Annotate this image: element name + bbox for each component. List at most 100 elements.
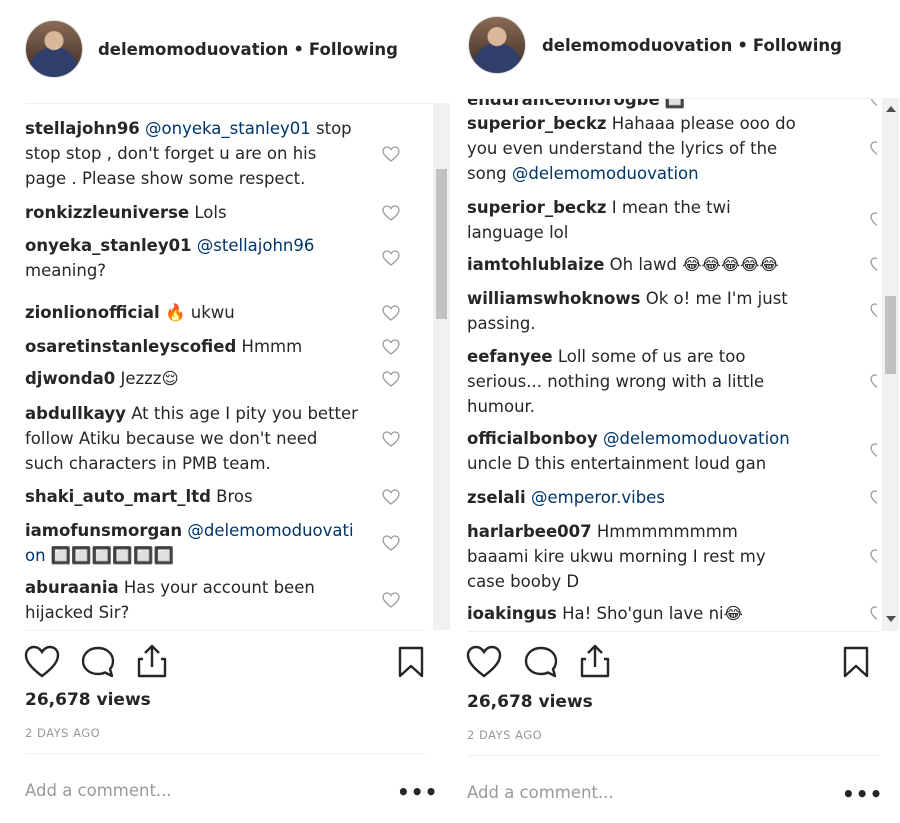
scrollbar-thumb[interactable]	[436, 169, 447, 319]
comment-username[interactable]: williamswhoknows	[467, 289, 640, 308]
comment-item: aburaania Has your account been hijacked …	[25, 575, 315, 625]
comment-list[interactable]: enduranceomorogbe 🔲 superior_beckz Hahaaa…	[467, 98, 877, 631]
follow-button[interactable]: Following	[309, 40, 398, 59]
comment-text: such characters in PMB team.	[25, 454, 271, 473]
comment-username[interactable]: ronkizzleuniverse	[25, 203, 189, 222]
comment-username[interactable]: abdullkayy	[25, 404, 126, 423]
add-comment-input[interactable]: Add a comment...	[467, 783, 614, 802]
comment-line: meaning?	[25, 258, 314, 283]
avatar[interactable]	[468, 16, 526, 74]
comment-line: on 🔲🔲🔲🔲🔲🔲	[25, 543, 354, 568]
avatar[interactable]	[25, 20, 83, 78]
comment-icon[interactable]	[80, 645, 116, 679]
comment-username[interactable]: aburaania	[25, 578, 119, 597]
comment-line: stellajohn96 @onyeka_stanley01 stop	[25, 116, 352, 141]
small-heart-icon[interactable]	[870, 548, 877, 565]
small-heart-icon[interactable]	[382, 304, 400, 321]
small-heart-icon[interactable]	[382, 592, 400, 608]
comment-icon[interactable]	[523, 645, 559, 679]
comment-scrollbar-right[interactable]	[882, 98, 899, 631]
comment-line: humour.	[467, 394, 764, 419]
author-username[interactable]: delemomoduovation	[98, 40, 288, 59]
comment-text: follow Atiku because we don't need	[25, 429, 318, 448]
heart-icon[interactable]	[24, 645, 60, 679]
comment-text: Ok o! me I'm just	[645, 289, 788, 308]
comment-item: enduranceomorogbe 🔲	[467, 99, 685, 112]
comment-username[interactable]: onyeka_stanley01	[25, 236, 192, 255]
post-panel-left: delemomoduovation • Following stellajohn96…	[0, 0, 450, 823]
comment-text: Lols	[194, 203, 227, 222]
small-heart-icon[interactable]	[870, 303, 877, 319]
scrollbar-thumb[interactable]	[885, 296, 896, 374]
comment-username[interactable]: enduranceomorogbe	[467, 99, 660, 109]
comment-username[interactable]: djwonda0	[25, 369, 115, 388]
mention-link[interactable]: @stellajohn96	[197, 236, 315, 255]
more-icon[interactable]: •••	[842, 782, 883, 806]
comment-item: harlarbee007 Hmmmmmmmm baaami kire ukwu m…	[467, 519, 766, 594]
comment-username[interactable]: harlarbee007	[467, 522, 592, 541]
small-heart-icon[interactable]	[382, 204, 400, 221]
small-heart-icon[interactable]	[870, 605, 877, 622]
comment-line: you even understand the lyrics of the	[467, 136, 796, 161]
comment-username[interactable]: iamtohlublaize	[467, 255, 604, 274]
mention-link[interactable]: @emperor.vibes	[531, 488, 665, 507]
small-heart-icon[interactable]	[382, 430, 400, 447]
mention-link[interactable]: @delemomoduovation	[512, 164, 699, 183]
comment-line: osaretinstanleyscofied Hmmm	[25, 334, 302, 359]
author-username[interactable]: delemomoduovation	[542, 36, 732, 55]
comment-line: stop stop , don't forget u are on his	[25, 141, 352, 166]
comment-username[interactable]: zionlionofficial	[25, 303, 160, 322]
bookmark-icon[interactable]	[842, 645, 870, 679]
small-heart-icon[interactable]	[382, 535, 400, 551]
mention-link[interactable]: @delemomoduovati	[187, 521, 353, 540]
share-icon[interactable]	[579, 643, 611, 679]
comment-username[interactable]: superior_beckz	[467, 114, 606, 133]
comment-username[interactable]: iamofunsmorgan	[25, 521, 182, 540]
comment-line: aburaania Has your account been	[25, 575, 315, 600]
bookmark-icon[interactable]	[397, 645, 425, 679]
scroll-down-arrow[interactable]	[886, 616, 896, 622]
comment-text: case booby D	[467, 572, 580, 591]
small-heart-icon[interactable]	[382, 370, 400, 387]
view-count[interactable]: 26,678 views	[467, 692, 593, 712]
comment-username[interactable]: officialbonboy	[467, 429, 598, 448]
comment-username[interactable]: superior_beckz	[467, 198, 606, 217]
small-heart-icon[interactable]	[870, 443, 877, 459]
comment-scrollbar-left[interactable]	[433, 103, 450, 630]
comment-text: meaning?	[25, 261, 107, 280]
small-heart-icon[interactable]	[382, 488, 400, 505]
comment-username[interactable]: shaki_auto_mart_ltd	[25, 487, 211, 506]
mention-link[interactable]: @onyeka_stanley01	[145, 119, 311, 138]
mention-link[interactable]: on 🔲🔲🔲🔲🔲🔲	[25, 546, 174, 565]
view-count[interactable]: 26,678 views	[25, 690, 151, 710]
small-heart-icon[interactable]	[870, 98, 877, 108]
heart-icon[interactable]	[466, 645, 502, 679]
comment-username[interactable]: zselali	[467, 488, 526, 507]
comment-text: stop stop , don't forget u are on his	[25, 144, 317, 163]
share-icon[interactable]	[136, 643, 168, 679]
scroll-up-arrow[interactable]	[886, 106, 896, 112]
comment-username[interactable]: osaretinstanleyscofied	[25, 337, 236, 356]
add-comment-input[interactable]: Add a comment...	[25, 781, 172, 800]
comment-username[interactable]: stellajohn96	[25, 119, 140, 138]
small-heart-icon[interactable]	[870, 373, 877, 390]
small-heart-icon[interactable]	[870, 140, 877, 157]
small-heart-icon[interactable]	[382, 145, 400, 162]
small-heart-icon[interactable]	[870, 212, 877, 228]
comment-username[interactable]: ioakingus	[467, 604, 557, 623]
comment-list[interactable]: stellajohn96 @onyeka_stanley01 stop stop …	[25, 103, 450, 631]
comment-text: Hmmm	[241, 337, 303, 356]
small-heart-icon[interactable]	[382, 250, 400, 266]
comment-item: superior_beckz I mean the twi language lo…	[467, 195, 731, 245]
comment-username[interactable]: eefanyee	[467, 347, 553, 366]
mention-link[interactable]: @delemomoduovation	[603, 429, 790, 448]
follow-button[interactable]: Following	[753, 36, 842, 55]
comment-item: onyeka_stanley01 @stellajohn96 meaning?	[25, 233, 314, 283]
small-heart-icon[interactable]	[382, 338, 400, 355]
small-heart-icon[interactable]	[870, 489, 877, 506]
comment-text: Hmmmmmmmm	[596, 522, 738, 541]
comment-item: djwonda0 Jezzz😌	[25, 366, 179, 391]
comment-line: uncle D this entertainment loud gan	[467, 451, 790, 476]
more-icon[interactable]: •••	[397, 780, 438, 804]
small-heart-icon[interactable]	[870, 256, 877, 273]
